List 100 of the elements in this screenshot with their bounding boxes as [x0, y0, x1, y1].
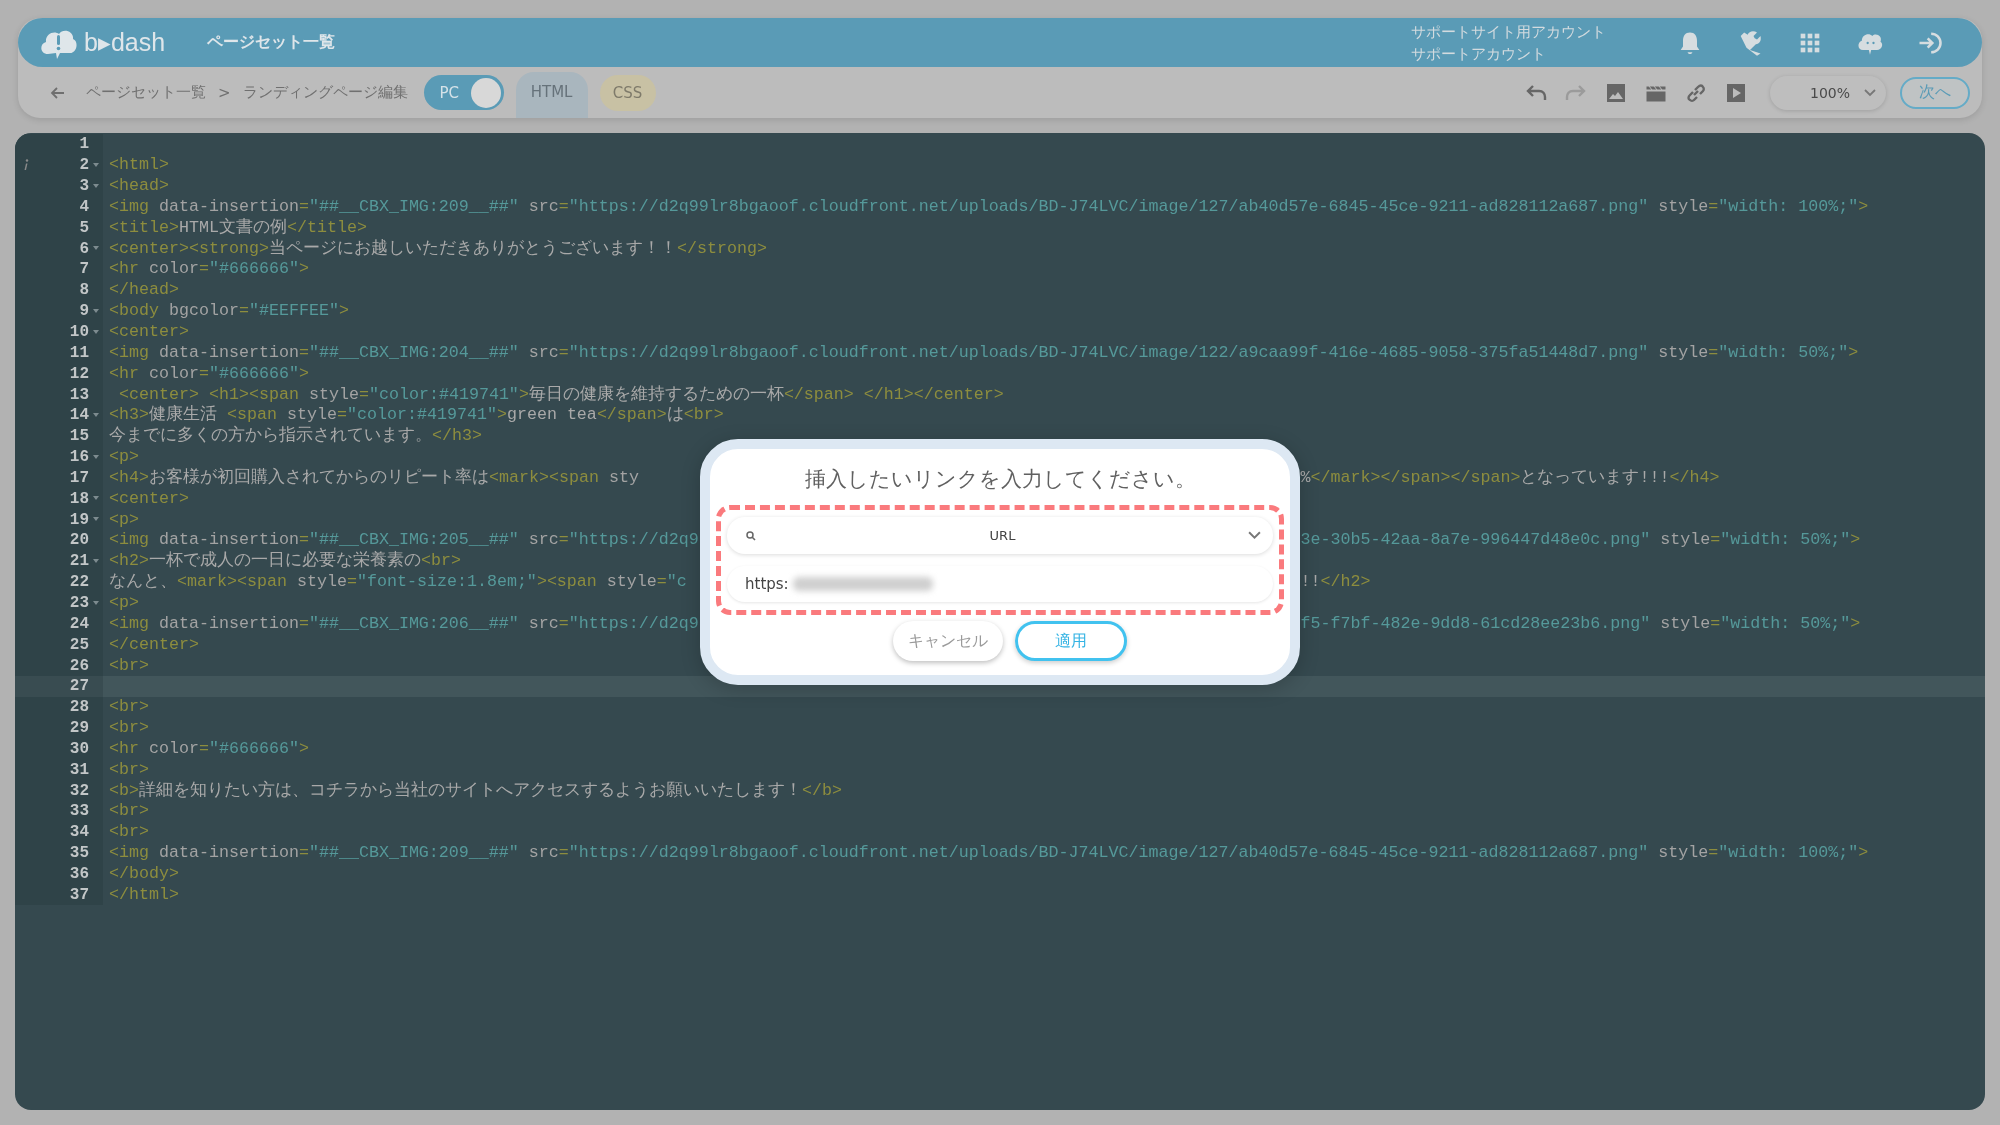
line-number: 29	[69, 719, 89, 738]
line-number: 22	[69, 573, 89, 592]
code-text: <img data-insertion="##__CBX_IMG:206__##" src="https://d2q9	[109, 613, 699, 634]
line-number: 1	[79, 135, 89, 154]
code-text: <center>	[109, 488, 189, 509]
fold-arrow-icon[interactable]	[92, 307, 100, 314]
line-number: 25	[69, 635, 89, 654]
code-text: !!</h2>	[1300, 572, 1371, 593]
line-number: 16	[69, 448, 89, 467]
code-text: <b>詳細を知りたい方は、コチラから当社のサイトへアクセスするようお願いいたします！</b>	[109, 780, 842, 801]
line-number: 18	[69, 489, 89, 508]
code-text: </body>	[109, 863, 179, 884]
breadcrumb-link[interactable]: ページセット一覧	[86, 83, 206, 102]
search-icon	[745, 529, 757, 542]
fold-arrow-icon[interactable]	[92, 599, 100, 606]
code-editor[interactable]	[15, 133, 1985, 1110]
code-text: なんと、<mark><span style="font-size:1.8em;"><span style="c	[109, 572, 687, 593]
code-text: <center>	[109, 322, 189, 342]
fold-arrow-icon[interactable]	[92, 245, 100, 252]
code-text: <p>	[109, 593, 139, 613]
line-number: 2	[79, 156, 89, 175]
code-text: <br>	[109, 697, 149, 718]
line-number: 5	[79, 218, 89, 237]
fold-arrow-icon[interactable]	[92, 328, 100, 335]
line-number: 13	[69, 385, 89, 404]
line-number: 14	[69, 406, 89, 425]
code-text: <html>	[109, 155, 169, 176]
code-text: <body bgcolor="#EEFFEE">	[109, 301, 349, 322]
code-text: <br>	[109, 718, 149, 739]
code-text: <img data-insertion="##__CBX_IMG:209__##" src="https://d2q99lr8bgaoof.cloudfront.net/uploads/BD-J74LVC/image/127/ab40d57e-6845-45ce-9211-ad828112a687.png" style="width: 100%;">	[109, 843, 1869, 864]
line-number: 26	[69, 656, 89, 675]
line-number: 10	[69, 323, 89, 341]
line-number: 31	[69, 760, 89, 779]
code-text: <title>HTML文書の例</title>	[109, 217, 367, 238]
line-number: 27	[69, 677, 89, 696]
code-text: <p>	[109, 447, 139, 468]
line-number: 21	[69, 552, 89, 571]
line-number: 35	[69, 844, 89, 863]
code-text: <center> <h1><span style="color:#419741">毎日の健康を維持するための一杯</span> </h1></center>	[118, 384, 1004, 405]
page-title: ページセット一覧	[207, 32, 336, 53]
fold-arrow-icon[interactable]	[92, 411, 100, 418]
dialog-title: 挿入したいリンクを入力してください。	[804, 466, 1196, 493]
line-number: 23	[69, 594, 89, 612]
url-input-field[interactable]: https:	[727, 566, 1273, 602]
line-number: 6	[79, 239, 89, 258]
fold-arrow-icon[interactable]	[92, 495, 100, 502]
line-number: 12	[69, 364, 89, 383]
link-type-select[interactable]: URL	[727, 517, 1273, 554]
next-button[interactable]: 次へ	[1900, 76, 1970, 109]
device-toggle[interactable]: PC	[423, 75, 504, 110]
code-text: <img data-insertion="##__CBX_IMG:204__##" src="https://d2q99lr8bgaoof.cloudfront.net/uploads/BD-J74LVC/image/122/a9caa99f-416e-4685-9058-375fa51448d7.png" style="width: 50%;">	[109, 342, 1859, 363]
code-text: 3e-30b5-42aa-8a7e-996447d48e0c.png" style="width: 50%;">	[1300, 530, 1861, 551]
line-number: 34	[69, 823, 89, 842]
code-text: <head>	[109, 176, 169, 197]
fold-arrow-icon[interactable]	[92, 161, 100, 168]
code-text: <br>	[109, 822, 149, 843]
fold-arrow-icon[interactable]	[92, 557, 100, 564]
cancel-button[interactable]: キャンセル	[893, 621, 1003, 661]
code-text: <img data-insertion="##__CBX_IMG:209__##" src="https://d2q99lr8bgaoof.cloudfront.net/uploads/BD-J74LVC/image/127/ab40d57e-6845-45ce-9211-ad828112a687.png" style="width: 100%;">	[109, 196, 1869, 217]
account-name[interactable]: サポートアカウント	[1411, 42, 1606, 65]
code-text: <br>	[109, 801, 149, 822]
line-number: 11	[69, 343, 89, 362]
chevron-down-icon	[1864, 88, 1876, 97]
apply-button[interactable]: 適用	[1015, 621, 1127, 661]
tab[interactable]: HTML	[515, 72, 588, 118]
line-number: 3	[79, 177, 89, 196]
account-name[interactable]: サポートサイト用アカウント	[1411, 20, 1606, 43]
app-logo: b▸dash	[84, 28, 166, 57]
code-text: <hr color="#666666">	[109, 738, 309, 759]
line-number: 7	[79, 260, 89, 279]
breadcrumb-current: ランディングページ編集	[242, 83, 408, 102]
zoom-select[interactable]: 100%	[1770, 75, 1886, 110]
line-number: 8	[79, 281, 89, 300]
line-number: 24	[69, 614, 89, 633]
tab[interactable]: CSS	[599, 74, 656, 111]
line-number: 20	[69, 531, 89, 550]
chevron-down-icon	[1248, 531, 1261, 540]
code-text: <center><strong>当ページにお越しいただきありがとうございます！！</strong>	[109, 238, 767, 259]
line-number: 4	[79, 197, 89, 216]
code-text: <h4>お客様が初回購入されてからのリピート率は<mark><span sty	[109, 467, 639, 488]
line-number: 33	[69, 802, 89, 821]
line-number: 17	[69, 468, 89, 487]
code-text: <br>	[109, 759, 149, 780]
line-number: 32	[69, 781, 89, 800]
code-text: <p>	[109, 509, 139, 530]
line-number: 28	[69, 698, 89, 717]
line-number: 37	[69, 885, 89, 904]
line-number: 36	[69, 864, 89, 883]
breadcrumb-separator: >	[218, 83, 231, 102]
code-text: </head>	[109, 280, 179, 301]
code-text: f5-f7bf-482e-9dd8-61cd28ee23b6.png" style="width: 50%;">	[1300, 613, 1861, 634]
fold-arrow-icon[interactable]	[92, 453, 100, 460]
fold-arrow-icon[interactable]	[92, 516, 100, 523]
fold-arrow-icon[interactable]	[92, 182, 100, 189]
line-number: 15	[69, 427, 89, 446]
code-text: <br>	[109, 655, 149, 676]
line-number: 9	[79, 302, 89, 321]
code-text: <h2>一杯で成人の一日に必要な栄養素の<br>	[109, 551, 461, 572]
code-text: </html>	[109, 884, 179, 905]
code-text: %</mark></span></span>となっています!!!</h4>	[1300, 467, 1720, 488]
